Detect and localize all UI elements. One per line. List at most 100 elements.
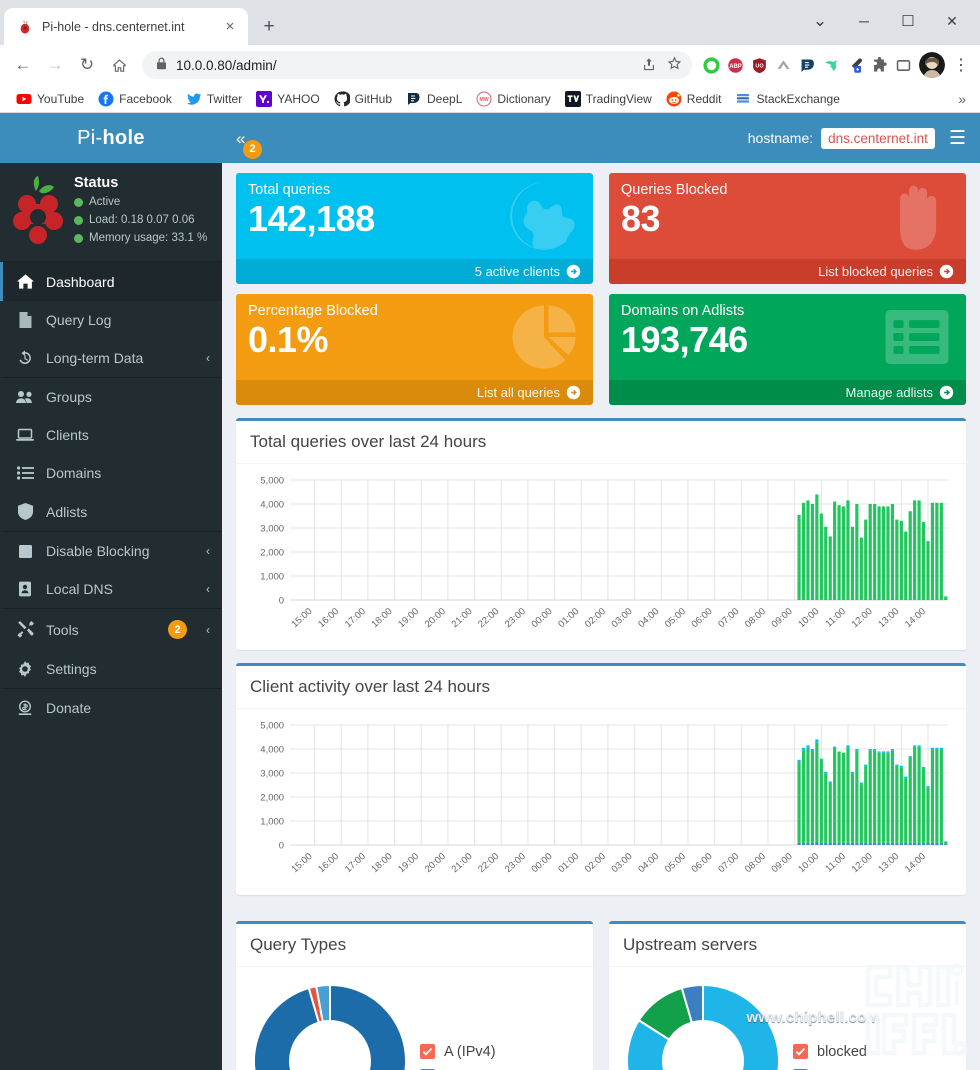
card-footer-link[interactable]: List blocked queries — [609, 259, 966, 284]
svg-text:07:00: 07:00 — [716, 606, 741, 630]
bookmark-twitter[interactable]: Twitter — [179, 88, 249, 110]
total-queries-chart[interactable]: 0 1,000 2,000 3,000 4,000 5,000 15:00 16:00 17:0… — [250, 474, 952, 642]
bookmark-label: Dictionary — [497, 91, 551, 106]
sidebar-item-query-log[interactable]: Query Log — [0, 301, 222, 339]
bookmark-deepl[interactable]: DeepL — [399, 88, 469, 110]
card-footer-link[interactable]: List all queries — [236, 380, 593, 405]
svg-text:00:00: 00:00 — [530, 851, 555, 875]
hostname-label: hostname: — [747, 130, 814, 146]
extension-ublock-origin-icon[interactable]: UO — [748, 54, 770, 76]
chrome-dropdown-button[interactable]: ⌄ — [798, 6, 842, 36]
bookmark-facebook[interactable]: Facebook — [91, 88, 179, 110]
sidebar-item-tools[interactable]: Tools 2 ‹ — [0, 608, 222, 650]
sidebar-item-label: Local DNS — [46, 581, 113, 598]
legend-item[interactable]: A (IPv4) — [420, 1044, 579, 1060]
query-types-donut[interactable] — [250, 981, 410, 1070]
tab-title: Pi-hole - dns.centernet.int — [42, 19, 185, 34]
sidebar-item-label: Groups — [46, 389, 92, 406]
checkbox-checked-icon[interactable] — [793, 1044, 808, 1059]
bookmarks-overflow-button[interactable]: » — [953, 91, 971, 107]
bookmark-youtube[interactable]: YouTube — [9, 88, 91, 110]
stat-card-percentage-blocked[interactable]: Percentage Blocked 0.1% List all queries — [236, 294, 593, 405]
pie-icon — [508, 301, 580, 373]
stat-card-domains-on-adlists[interactable]: Domains on Adlists 193,746 Manage adlist… — [609, 294, 966, 405]
bookmark-stackexchange[interactable]: StackExchange — [728, 88, 846, 110]
total-queries-panel: Total queries over last 24 hours 0 1,000 2… — [236, 418, 966, 650]
svg-text:04:00: 04:00 — [636, 606, 661, 630]
sidebar-item-donate[interactable]: Donate — [0, 688, 222, 727]
card-footer-link[interactable]: 5 active clients — [236, 259, 593, 284]
status-text: Load: 0.18 0.07 0.06 — [89, 213, 195, 226]
forward-button[interactable]: → — [40, 50, 70, 80]
stackexchange-icon — [735, 91, 751, 107]
new-tab-button[interactable]: + — [255, 12, 283, 40]
sidebar-item-disable-blocking[interactable]: Disable Blocking ‹ — [0, 531, 222, 570]
bookmark-dictionary[interactable]: MW Dictionary — [469, 88, 557, 110]
svg-text:12:00: 12:00 — [850, 606, 875, 630]
profile-avatar[interactable] — [919, 52, 945, 78]
bookmark-github[interactable]: GitHub — [327, 88, 399, 110]
extension-puzzle-icon[interactable] — [868, 54, 890, 76]
star-icon[interactable] — [667, 56, 682, 74]
bookmark-tradingview[interactable]: TradingView — [558, 88, 659, 110]
share-icon[interactable] — [642, 57, 656, 74]
svg-text:19:00: 19:00 — [396, 606, 421, 630]
bookmark-yahoo[interactable]: YAHOO — [249, 88, 326, 110]
client-activity-chart[interactable]: 0 1,000 2,000 3,000 4,000 5,000 15:00 16:00 17:0… — [250, 719, 952, 887]
close-window-button[interactable]: ✕ — [930, 6, 974, 36]
extension-deepl-icon[interactable] — [796, 54, 818, 76]
tools-icon — [15, 621, 35, 639]
panel-title: Upstream servers — [623, 935, 758, 954]
yahoo-icon — [256, 90, 273, 107]
browser-toolbar: ← → ↻ 10.0.0.80/admin/ ABP UO ⋮ — [0, 45, 980, 85]
browser-tab[interactable]: Pi-hole - dns.centernet.int × — [4, 8, 248, 45]
sidebar-item-local-dns[interactable]: Local DNS ‹ — [0, 570, 222, 608]
legend-item[interactable]: blocked — [793, 1044, 952, 1060]
checkbox-checked-icon[interactable] — [420, 1044, 435, 1059]
maximize-button[interactable]: ☐ — [886, 6, 930, 36]
extension-bird-icon[interactable] — [820, 54, 842, 76]
address-bar[interactable]: 10.0.0.80/admin/ — [142, 51, 692, 79]
extension-adguard-icon[interactable] — [700, 54, 722, 76]
upstream-donut[interactable] — [623, 981, 783, 1070]
browser-menu-icon[interactable]: ⋮ — [950, 54, 972, 76]
sidebar-item-adlists[interactable]: Adlists — [0, 492, 222, 531]
pihole-app: Pi-hole Status Active Load: 0.18 0.07 0.… — [0, 113, 980, 1070]
collapse-badge: 2 — [243, 139, 262, 159]
sidebar-collapse-button[interactable]: « 2 — [236, 130, 262, 159]
panel-header: Total queries over last 24 hours — [236, 421, 966, 464]
stat-card-total-queries[interactable]: Total queries 142,188 5 active clients — [236, 173, 593, 284]
brand-logo[interactable]: Pi-hole — [0, 113, 222, 163]
brand-prefix: Pi- — [77, 126, 103, 149]
reload-button[interactable]: ↻ — [72, 50, 102, 80]
svg-text:22:00: 22:00 — [476, 606, 501, 630]
sidebar-item-clients[interactable]: Clients — [0, 416, 222, 454]
svg-text:20:00: 20:00 — [423, 606, 448, 630]
svg-text:3,000: 3,000 — [260, 768, 284, 779]
address-icon — [15, 581, 35, 597]
sidebar-item-dashboard[interactable]: Dashboard — [0, 262, 222, 302]
close-tab-icon[interactable]: × — [221, 18, 239, 36]
sidebar-item-settings[interactable]: Settings — [0, 650, 222, 688]
svg-text:21:00: 21:00 — [450, 851, 475, 875]
card-footer-link[interactable]: Manage adlists — [609, 380, 966, 405]
query-types-panel: Query Types A (IPv4) — [236, 921, 593, 1070]
home-button[interactable] — [104, 50, 134, 80]
svg-text:14:00: 14:00 — [903, 606, 928, 630]
extension-eyedropper-icon[interactable] — [844, 54, 866, 76]
back-button[interactable]: ← — [8, 50, 38, 80]
svg-text:10:00: 10:00 — [796, 851, 821, 875]
bookmark-reddit[interactable]: Reddit — [659, 88, 729, 110]
user-menu-icon[interactable]: ☰ — [949, 129, 966, 148]
extension-sidepanel-icon[interactable] — [892, 54, 914, 76]
stat-card-queries-blocked[interactable]: Queries Blocked 83 List blocked queries — [609, 173, 966, 284]
sidebar-item-long-term-data[interactable]: Long-term Data ‹ — [0, 339, 222, 377]
minimize-button[interactable]: ─ — [842, 6, 886, 36]
sidebar-item-groups[interactable]: Groups — [0, 377, 222, 416]
panel-title: Query Types — [250, 935, 347, 954]
sidebar-item-domains[interactable]: Domains — [0, 454, 222, 492]
svg-text:06:00: 06:00 — [690, 606, 715, 630]
panel-body: A (IPv4) AAAA (IPv6) — [236, 967, 593, 1070]
extension-nord-icon[interactable] — [772, 54, 794, 76]
extension-adblock-plus-icon[interactable]: ABP — [724, 54, 746, 76]
